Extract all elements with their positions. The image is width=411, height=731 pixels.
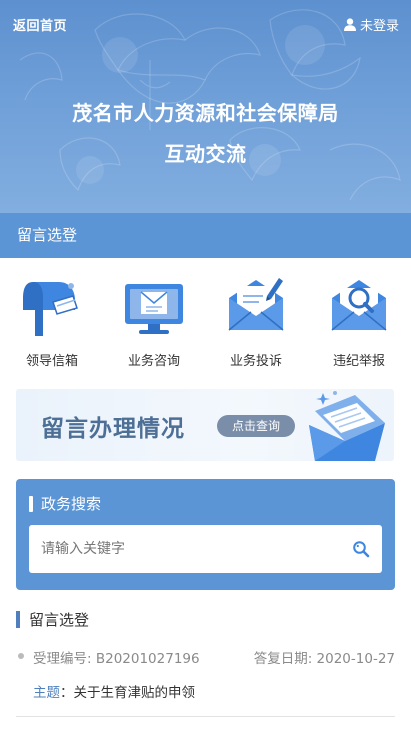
top-bar: 返回首页 未登录	[0, 0, 411, 48]
banner-title: 留言办理情况	[41, 416, 185, 442]
envelope-pen-icon	[228, 278, 284, 331]
mailbox-icon	[23, 282, 78, 336]
hero-banner: 返回首页 未登录 茂名市人力资源和社会保障局 互动交流	[0, 0, 411, 213]
service-label: 业务咨询	[127, 354, 180, 369]
section-bar-message-selection: 留言选登	[0, 213, 411, 258]
service-label: 违纪举报	[332, 354, 385, 369]
back-home-link[interactable]: 返回首页	[13, 15, 67, 34]
service-leader-mailbox[interactable]: 领导信箱	[7, 272, 97, 369]
service-label: 领导信箱	[25, 354, 78, 369]
title-accent-bar	[29, 495, 33, 512]
search-panel-title-text: 政务搜索	[41, 495, 102, 513]
service-discipline-report[interactable]: 违纪举报	[314, 272, 404, 369]
search-icon[interactable]	[352, 540, 370, 558]
heading-accent-bar	[16, 611, 20, 628]
login-label: 未登录	[359, 19, 399, 34]
message-id: 受理编号: B20201027196	[33, 651, 200, 667]
list-item[interactable]: 受理编号: B20201027196 答复日期: 2020-10-27 主题：关…	[16, 645, 395, 717]
user-icon	[343, 18, 356, 31]
subject-separator: ：	[60, 685, 74, 701]
envelope-illustration-icon	[309, 391, 385, 461]
login-status[interactable]: 未登录	[343, 15, 399, 34]
page-title: 茂名市人力资源和社会保障局	[72, 101, 339, 125]
service-label: 业务投诉	[229, 354, 282, 369]
bullet-dot	[18, 653, 24, 659]
message-status-banner[interactable]: 留言办理情况 点击查询	[16, 389, 394, 461]
message-list-heading: 留言选登	[16, 609, 89, 630]
subject-value: 关于生育津贴的申领	[73, 685, 196, 701]
subject-key: 主题	[33, 685, 60, 701]
query-button[interactable]: 点击查询	[217, 415, 295, 437]
message-subject[interactable]: 主题：关于生育津贴的申领	[33, 681, 195, 701]
page-subtitle: 互动交流	[164, 142, 247, 166]
search-input[interactable]	[41, 525, 341, 573]
service-icons-row: 领导信箱 业务咨询 业务投诉 违纪举报	[0, 272, 411, 372]
gov-search-panel: 政务搜索	[16, 479, 395, 590]
search-box	[29, 525, 382, 573]
service-business-consult[interactable]: 业务咨询	[109, 272, 199, 369]
message-list-heading-text: 留言选登	[29, 611, 90, 629]
monitor-mail-icon	[125, 284, 183, 334]
reply-date: 答复日期: 2020-10-27	[253, 651, 395, 667]
search-panel-title: 政务搜索	[29, 493, 101, 514]
service-business-complaint[interactable]: 业务投诉	[211, 272, 301, 369]
envelope-search-icon	[331, 280, 387, 331]
